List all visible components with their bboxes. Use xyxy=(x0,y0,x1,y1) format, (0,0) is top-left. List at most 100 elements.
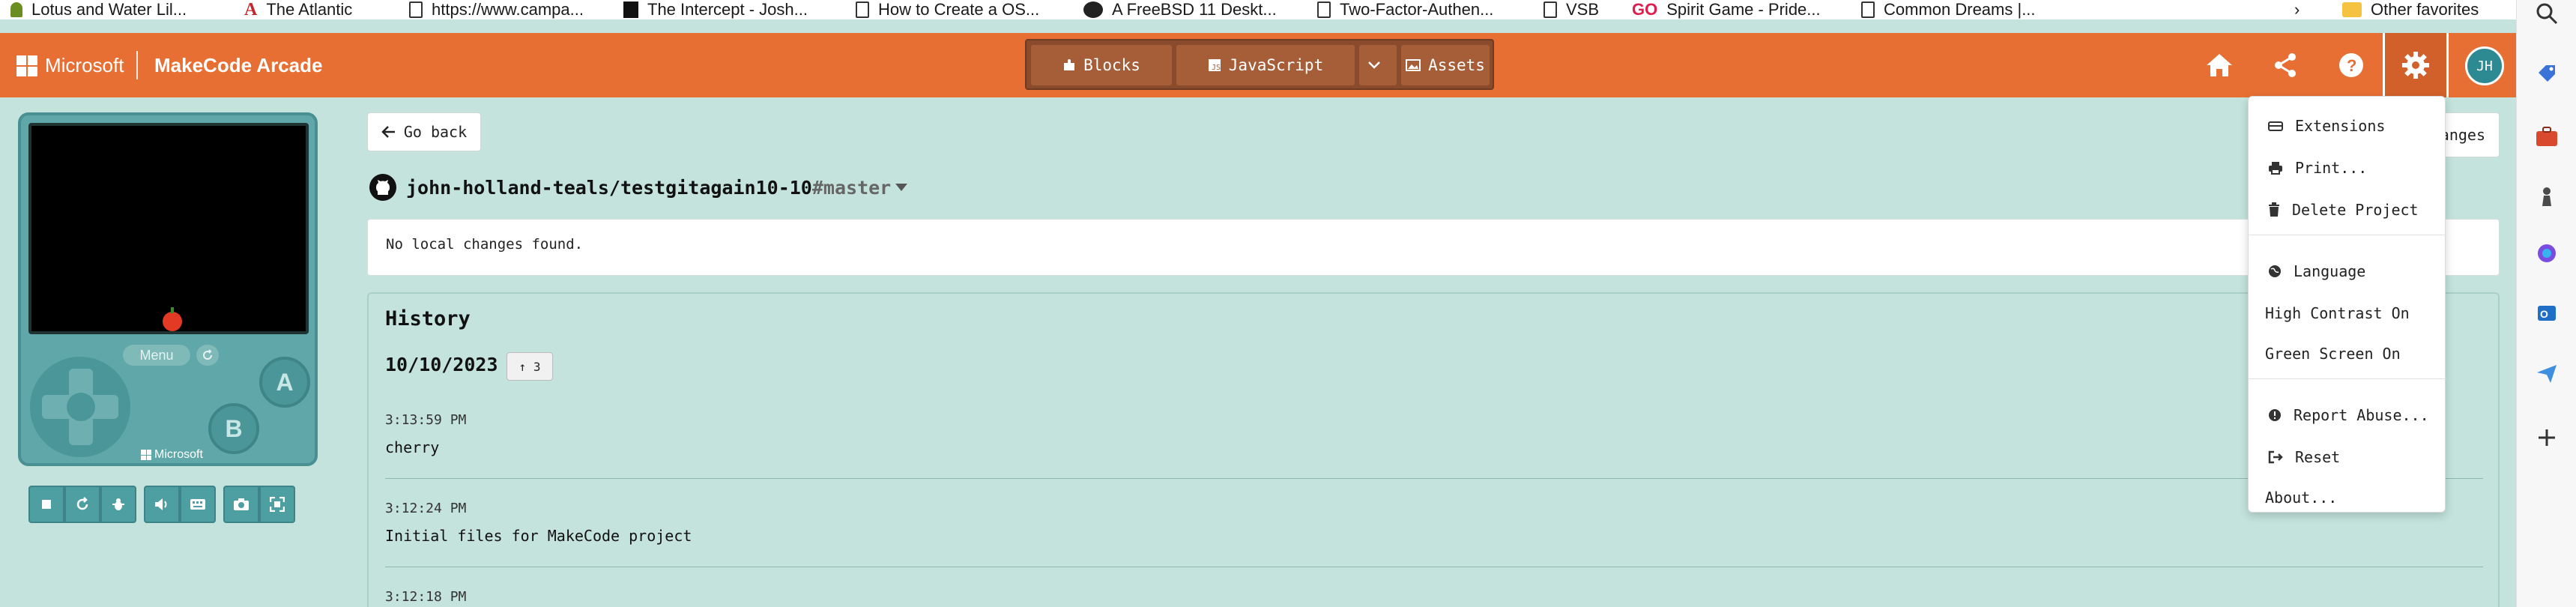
list-item[interactable]: 3:12:18 PM xyxy=(385,589,2483,605)
game-simulator: Menu A B Microsoft xyxy=(18,112,318,466)
alert-icon xyxy=(2269,409,2281,421)
trash-icon xyxy=(2269,202,2279,217)
favorite-item[interactable]: Common Dreams |... xyxy=(1861,0,2036,19)
fullscreen-button[interactable] xyxy=(259,486,295,523)
push-count-button[interactable]: ↑ 3 xyxy=(507,352,553,381)
keyboard-button[interactable] xyxy=(180,486,216,523)
button-a[interactable]: A xyxy=(259,357,310,408)
caret-down-icon[interactable] xyxy=(895,184,908,191)
stop-button[interactable] xyxy=(28,486,64,523)
page-icon xyxy=(1861,1,1875,18)
print-icon xyxy=(2269,162,2282,175)
chess-icon[interactable] xyxy=(2533,183,2560,210)
language-dropdown[interactable] xyxy=(1359,45,1397,85)
favorite-item[interactable]: Lotus and Water Lil... xyxy=(10,0,187,19)
tab-assets[interactable]: Assets xyxy=(1401,45,1490,85)
menu-item-about[interactable]: About... xyxy=(2265,486,2337,509)
favorites-overflow-chevron-icon[interactable]: › xyxy=(2294,0,2300,19)
settings-button[interactable] xyxy=(2383,33,2449,97)
history-date: 10/10/2023 xyxy=(385,354,498,375)
page-icon xyxy=(1317,1,1331,18)
briefcase-icon[interactable] xyxy=(2533,123,2560,150)
go-back-button[interactable]: Go back xyxy=(367,112,481,151)
intercept-logo-icon xyxy=(623,1,638,18)
commit-time: 3:13:59 PM xyxy=(385,412,467,428)
javascript-icon: JS xyxy=(1208,59,1221,72)
repo-header: john-holland-teals/testgitagain10-10 #ma… xyxy=(369,172,908,202)
dpad[interactable] xyxy=(30,357,130,457)
list-item[interactable]: 3:12:24 PM Initial files for MakeCode pr… xyxy=(385,501,2483,545)
freebsd-logo-icon xyxy=(1083,1,1103,18)
copilot-icon[interactable] xyxy=(2533,240,2560,267)
atlantic-logo-icon: A xyxy=(244,0,258,19)
settings-menu: Extensions Print... Delete Project Langu… xyxy=(2248,96,2446,513)
branch-selector[interactable]: #master xyxy=(812,177,891,199)
favorite-item[interactable]: A The Atlantic xyxy=(244,0,352,19)
screenshot-button[interactable] xyxy=(223,486,259,523)
menu-item-print[interactable]: Print... xyxy=(2268,157,2367,179)
svg-text:O: O xyxy=(2540,308,2548,320)
menu-item-extensions[interactable]: Extensions xyxy=(2268,115,2385,137)
button-b[interactable]: B xyxy=(208,403,259,454)
refresh-icon xyxy=(76,497,88,510)
repo-name[interactable]: john-holland-teals/testgitagain10-10 xyxy=(406,177,812,199)
favorite-item[interactable]: GO Spirit Game - Pride... xyxy=(1632,0,1821,19)
simulator-brand: Microsoft xyxy=(141,448,203,462)
commit-time: 3:12:24 PM xyxy=(385,501,467,516)
page-icon xyxy=(409,1,423,18)
local-changes-panel: No local changes found. xyxy=(367,219,2500,276)
favorite-item[interactable]: The Intercept - Josh... xyxy=(623,0,808,19)
other-favorites[interactable]: Other favorites xyxy=(2342,0,2479,19)
send-icon[interactable] xyxy=(2533,360,2560,387)
tag-icon[interactable] xyxy=(2533,60,2560,87)
menu-item-language[interactable]: Language xyxy=(2268,260,2365,283)
simulator-toolbar xyxy=(28,486,306,523)
svg-text:?: ? xyxy=(2347,56,2356,75)
microsoft-logo-icon xyxy=(141,450,151,460)
arrow-left-icon xyxy=(381,126,395,138)
image-icon xyxy=(1406,59,1421,71)
microsoft-logo-icon xyxy=(16,55,37,76)
puzzle-icon xyxy=(1064,59,1075,70)
mute-button[interactable] xyxy=(144,486,180,523)
microsoft-brand[interactable]: Microsoft xyxy=(45,54,124,77)
simulator-restart-button[interactable] xyxy=(196,345,219,366)
page-icon xyxy=(856,1,869,18)
editor-toggle: Blocks JS JavaScript Assets xyxy=(1025,39,1494,90)
favorite-item[interactable]: How to Create a OS... xyxy=(856,0,1039,19)
list-item[interactable]: 3:13:59 PM cherry xyxy=(385,412,2483,456)
commit-message: Initial files for MakeCode project xyxy=(385,527,692,545)
favorite-item[interactable]: https://www.campa... xyxy=(409,0,584,19)
tab-javascript[interactable]: JS JavaScript xyxy=(1176,45,1355,85)
folder-icon xyxy=(2342,2,2362,17)
menu-item-report-abuse[interactable]: Report Abuse... xyxy=(2268,404,2429,426)
tab-blocks[interactable]: Blocks xyxy=(1031,45,1172,85)
debug-button[interactable] xyxy=(100,486,136,523)
sign-out-icon xyxy=(2268,450,2283,464)
restart-button[interactable] xyxy=(64,486,100,523)
avatar[interactable]: JH xyxy=(2465,46,2504,85)
menu-item-green-screen[interactable]: Green Screen On xyxy=(2265,342,2401,365)
favorite-item[interactable]: A FreeBSD 11 Deskt... xyxy=(1083,0,1277,19)
outlook-icon[interactable]: O xyxy=(2533,300,2560,327)
favorites-bar: Lotus and Water Lil... A The Atlantic ht… xyxy=(0,0,2576,19)
flower-icon xyxy=(10,2,22,17)
refresh-icon xyxy=(203,349,212,360)
favorite-item[interactable]: Two-Factor-Authen... xyxy=(1317,0,1493,19)
add-icon[interactable] xyxy=(2533,424,2560,451)
stop-icon xyxy=(42,500,51,509)
app-name[interactable]: MakeCode Arcade xyxy=(154,54,322,77)
home-button[interactable] xyxy=(2186,33,2252,97)
help-button[interactable]: ? xyxy=(2318,33,2384,97)
menu-item-delete-project[interactable]: Delete Project xyxy=(2268,199,2419,221)
menu-item-high-contrast[interactable]: High Contrast On xyxy=(2265,302,2410,324)
simulator-screen[interactable] xyxy=(28,123,309,334)
menu-item-reset[interactable]: Reset xyxy=(2268,446,2340,468)
chevron-down-icon xyxy=(1368,61,1380,69)
apple-sprite xyxy=(163,307,182,331)
simulator-menu-button[interactable]: Menu xyxy=(123,345,190,366)
brand-divider xyxy=(136,51,138,79)
share-button[interactable] xyxy=(2252,33,2318,97)
search-icon[interactable] xyxy=(2533,0,2560,27)
favorite-item[interactable]: VSB xyxy=(1544,0,1599,19)
